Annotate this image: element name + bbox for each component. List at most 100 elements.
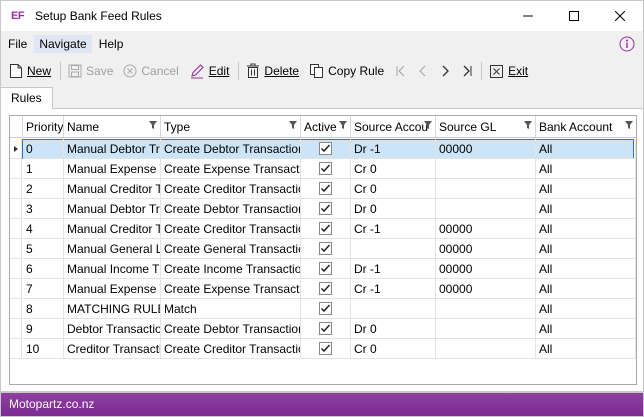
cell-source-gl[interactable]: 00000 <box>436 139 536 159</box>
active-checkbox-cell[interactable] <box>301 259 351 279</box>
cell-name[interactable]: Manual Debtor Tr <box>64 199 161 219</box>
column-header-name[interactable]: Name <box>64 116 161 138</box>
table-row[interactable]: 6 Manual Income T Create Income Transactio… <box>10 259 636 279</box>
cell-name[interactable]: Debtor Transactio <box>64 319 161 339</box>
cell-type[interactable]: Create Debtor Transaction <box>161 319 301 339</box>
cell-source-account[interactable]: Cr 0 <box>351 179 436 199</box>
column-header-type[interactable]: Type <box>161 116 301 138</box>
tab-rules[interactable]: Rules <box>1 87 53 110</box>
cell-name[interactable]: Manual Debtor Tr <box>64 139 161 159</box>
table-row[interactable]: 8 MATCHING RULE Match All <box>10 299 636 319</box>
close-button[interactable] <box>597 1 643 31</box>
menu-file[interactable]: File <box>3 35 32 53</box>
column-header-priority[interactable]: Priority <box>23 116 64 138</box>
cell-source-gl[interactable] <box>436 299 536 319</box>
menu-help[interactable]: Help <box>94 35 129 53</box>
table-row[interactable]: 4 Manual Creditor T Create Creditor Transa… <box>10 219 636 239</box>
filter-icon[interactable] <box>424 121 432 129</box>
cell-bank-account[interactable]: All <box>536 239 636 259</box>
cell-priority[interactable]: 10 <box>23 339 64 359</box>
active-checkbox[interactable] <box>319 242 332 255</box>
filter-icon[interactable] <box>625 121 633 129</box>
row-indicator[interactable] <box>10 219 22 239</box>
row-indicator[interactable] <box>10 159 22 179</box>
active-checkbox[interactable] <box>319 142 332 155</box>
cell-name[interactable]: Manual Expense T <box>64 159 161 179</box>
row-indicator[interactable] <box>10 239 22 259</box>
cell-source-account[interactable]: Dr -1 <box>351 259 436 279</box>
cell-bank-account[interactable]: All <box>536 259 636 279</box>
cell-source-account[interactable]: Cr -1 <box>351 219 436 239</box>
cell-priority[interactable]: 7 <box>23 279 64 299</box>
cell-priority[interactable]: 2 <box>23 179 64 199</box>
table-row[interactable]: 1 Manual Expense T Create Expense Transact… <box>10 159 636 179</box>
cell-source-account[interactable]: Dr -1 <box>351 139 436 159</box>
cell-source-gl[interactable] <box>436 339 536 359</box>
save-button[interactable]: Save <box>64 59 117 83</box>
cell-source-account[interactable]: Dr 0 <box>351 319 436 339</box>
cell-name[interactable]: MATCHING RULE <box>64 299 161 319</box>
cell-source-account[interactable] <box>351 239 436 259</box>
cell-type[interactable]: Match <box>161 299 301 319</box>
cell-priority[interactable]: 4 <box>23 219 64 239</box>
table-row[interactable]: 2 Manual Creditor T Create Creditor Transa… <box>10 179 636 199</box>
cell-source-gl[interactable]: 00000 <box>436 239 536 259</box>
active-checkbox[interactable] <box>319 282 332 295</box>
row-indicator[interactable] <box>10 199 22 219</box>
cell-source-account[interactable]: Cr 0 <box>351 339 436 359</box>
active-checkbox-cell[interactable] <box>301 199 351 219</box>
new-button[interactable]: New <box>5 59 55 83</box>
active-checkbox-cell[interactable] <box>301 139 351 159</box>
filter-icon[interactable] <box>524 121 532 129</box>
active-checkbox[interactable] <box>319 302 332 315</box>
menu-navigate[interactable]: Navigate <box>34 35 92 53</box>
active-checkbox-cell[interactable] <box>301 239 351 259</box>
cancel-button[interactable]: Cancel <box>119 59 182 83</box>
previous-record-button[interactable] <box>412 59 434 83</box>
active-checkbox-cell[interactable] <box>301 159 351 179</box>
info-icon[interactable] <box>619 36 635 55</box>
cell-type[interactable]: Create Expense Transactio <box>161 279 301 299</box>
last-record-button[interactable] <box>456 59 478 83</box>
cell-name[interactable]: Manual General L <box>64 239 161 259</box>
cell-source-gl[interactable]: 00000 <box>436 259 536 279</box>
cell-bank-account[interactable]: All <box>536 299 636 319</box>
cell-name[interactable]: Manual Creditor T <box>64 179 161 199</box>
cell-priority[interactable]: 9 <box>23 319 64 339</box>
cell-bank-account[interactable]: All <box>536 159 636 179</box>
cell-bank-account[interactable]: All <box>536 219 636 239</box>
cell-source-account[interactable]: Cr -1 <box>351 279 436 299</box>
cell-source-gl[interactable] <box>436 159 536 179</box>
cell-bank-account[interactable]: All <box>536 199 636 219</box>
active-checkbox-cell[interactable] <box>301 339 351 359</box>
filter-icon[interactable] <box>339 121 347 129</box>
cell-type[interactable]: Create Expense Transactio <box>161 159 301 179</box>
maximize-button[interactable] <box>551 1 597 31</box>
row-indicator[interactable] <box>10 339 22 359</box>
cell-type[interactable]: Create Creditor Transactio <box>161 219 301 239</box>
cell-name[interactable]: Creditor Transacti <box>64 339 161 359</box>
minimize-button[interactable] <box>505 1 551 31</box>
cell-bank-account[interactable]: All <box>536 279 636 299</box>
cell-bank-account[interactable]: All <box>536 179 636 199</box>
filter-icon[interactable] <box>289 121 297 129</box>
cell-priority[interactable]: 1 <box>23 159 64 179</box>
cell-source-account[interactable]: Dr 0 <box>351 199 436 219</box>
active-checkbox[interactable] <box>319 222 332 235</box>
cell-bank-account[interactable]: All <box>536 139 636 159</box>
row-indicator[interactable] <box>10 279 22 299</box>
column-header-active[interactable]: Active <box>301 116 351 138</box>
table-row[interactable]: 9 Debtor Transactio Create Debtor Transact… <box>10 319 636 339</box>
cell-source-account[interactable]: Cr 0 <box>351 159 436 179</box>
cell-source-gl[interactable] <box>436 179 536 199</box>
active-checkbox-cell[interactable] <box>301 219 351 239</box>
cell-source-gl[interactable]: 00000 <box>436 279 536 299</box>
table-row[interactable]: 0 Manual Debtor Tr Create Debtor Transacti… <box>10 139 636 159</box>
cell-name[interactable]: Manual Expense T <box>64 279 161 299</box>
cell-type[interactable]: Create Debtor Transaction <box>161 199 301 219</box>
table-row[interactable]: 10 Creditor Transacti Create Creditor Tran… <box>10 339 636 359</box>
cell-bank-account[interactable]: All <box>536 339 636 359</box>
column-header-source-gl[interactable]: Source GL <box>436 116 536 138</box>
next-record-button[interactable] <box>434 59 456 83</box>
edit-button[interactable]: Edit <box>185 59 234 83</box>
